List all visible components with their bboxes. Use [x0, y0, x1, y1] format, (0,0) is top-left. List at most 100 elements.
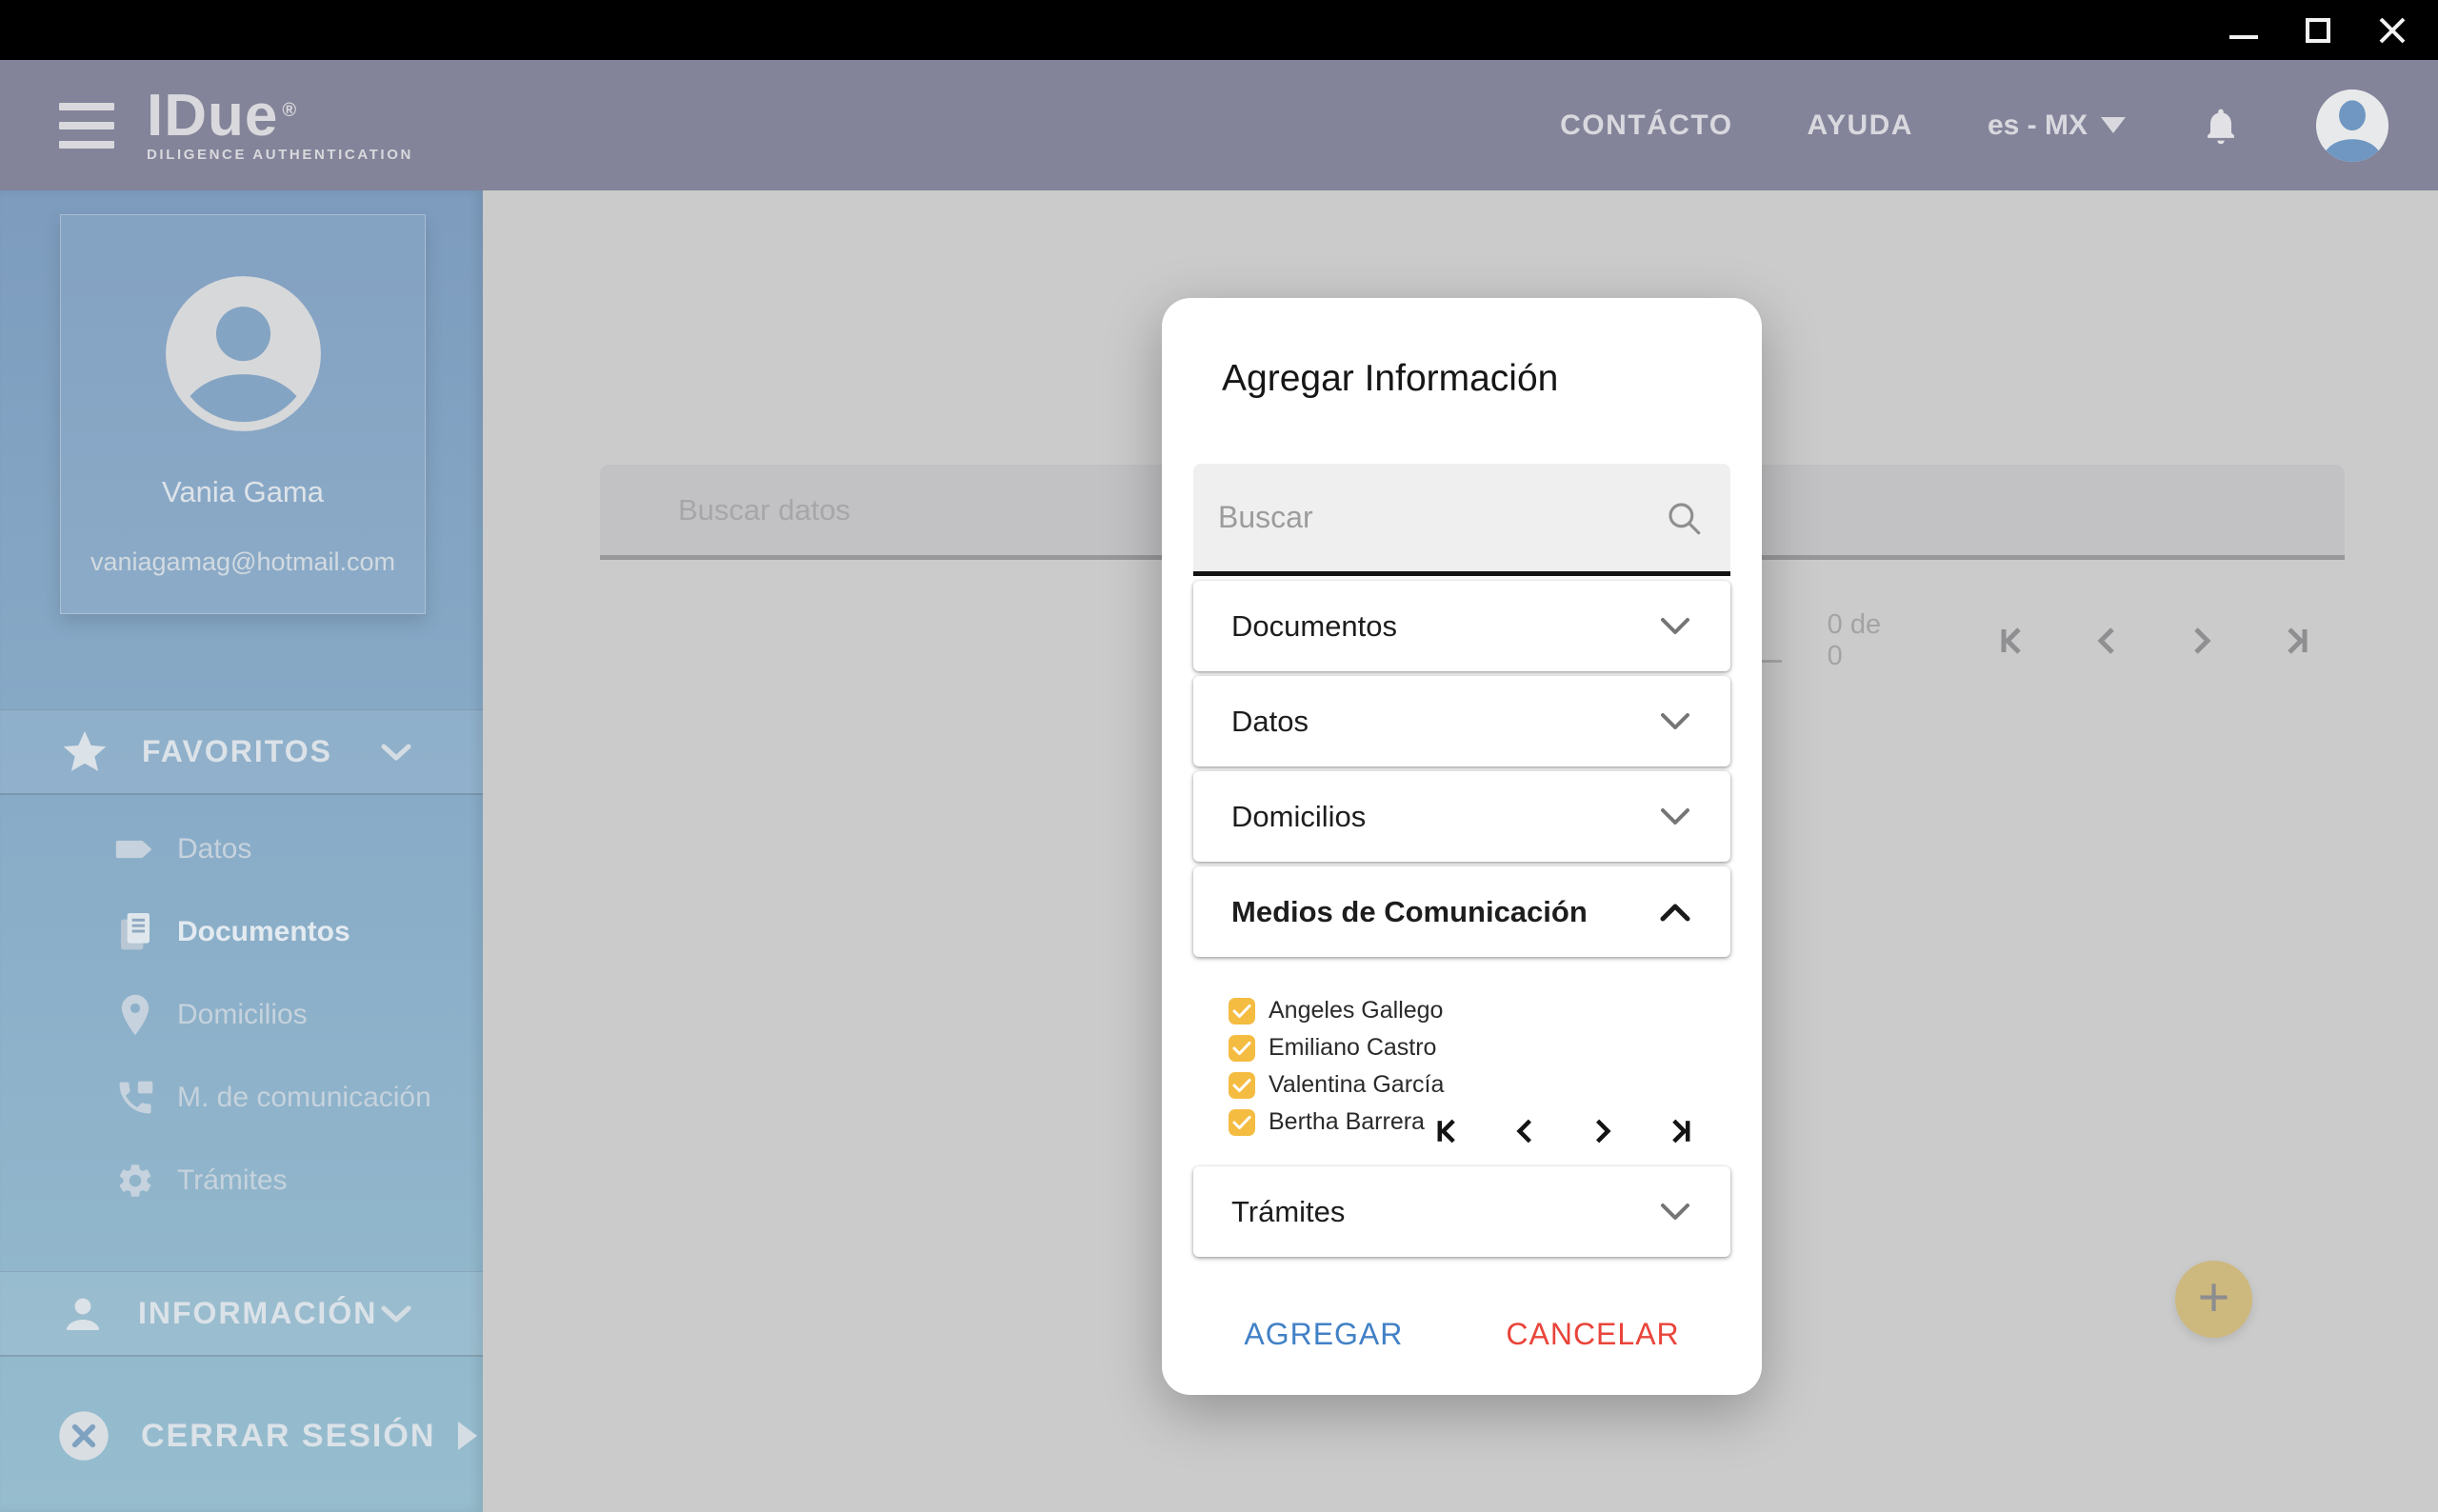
- dialog-search-bar[interactable]: [1193, 464, 1730, 576]
- notifications-button[interactable]: [2200, 103, 2242, 149]
- contact-checklist: Angeles Gallego Emiliano Castro Valentin…: [1229, 992, 1730, 1144]
- sidebar-item-label: Trámites: [177, 1164, 288, 1196]
- app-logo: IDue ® DILIGENCE AUTHENTICATION: [147, 86, 413, 163]
- checklist-pagination: [1426, 1110, 1702, 1152]
- sidebar-item-label: Documentos: [177, 915, 350, 947]
- logo-registered-mark: ®: [282, 99, 298, 121]
- caret-down-icon: [2101, 117, 2126, 133]
- chevron-down-icon: [378, 1303, 414, 1325]
- logo-subtitle: DILIGENCE AUTHENTICATION: [147, 146, 413, 163]
- checkbox-checked-icon[interactable]: [1229, 1034, 1255, 1062]
- app-header: IDue ® DILIGENCE AUTHENTICATION CONTÁCTO …: [0, 60, 2438, 190]
- logo-title: IDue: [147, 82, 279, 149]
- window-maximize-button[interactable]: [2299, 11, 2337, 50]
- sidebar-item-m-de-comunicacion[interactable]: M. de comunicación: [0, 1056, 483, 1139]
- previous-page-button[interactable]: [1504, 1110, 1546, 1152]
- accordion-label: Documentos: [1231, 608, 1398, 643]
- window-close-button[interactable]: [2373, 11, 2411, 50]
- checkbox-checked-icon[interactable]: [1229, 1071, 1255, 1099]
- sidebar-item-label: Domicilios: [177, 998, 308, 1030]
- avatar-person-icon: [2316, 89, 2388, 162]
- sidebar-section-informacion[interactable]: INFORMACIÓN: [0, 1271, 483, 1357]
- accordion-documentos[interactable]: Documentos: [1193, 581, 1730, 671]
- sidebar-item-tramites[interactable]: Trámites: [0, 1139, 483, 1222]
- chevron-down-icon: [378, 741, 414, 764]
- favorites-menu: Datos Documentos Domicilios M. de comuni…: [0, 807, 483, 1222]
- contact-name: Emiliano Castro: [1269, 1034, 1437, 1061]
- contact-row[interactable]: Emiliano Castro: [1229, 1029, 1730, 1066]
- accordion-datos[interactable]: Datos: [1193, 676, 1730, 766]
- accordion-label: Medios de Comunicación: [1231, 894, 1588, 928]
- plus-icon: +: [2197, 1265, 2230, 1328]
- next-page-button[interactable]: [2175, 614, 2228, 667]
- chevron-down-icon: [1658, 1202, 1692, 1223]
- contact-name: Valentina García: [1269, 1071, 1445, 1098]
- logout-label: CERRAR SESIÓN: [141, 1417, 436, 1454]
- last-page-button[interactable]: [2270, 614, 2324, 667]
- close-icon: [2379, 17, 2406, 43]
- nav-ayuda[interactable]: AYUDA: [1808, 109, 1913, 142]
- content-pagination: 0 de 0: [1721, 607, 2324, 674]
- logout-button[interactable]: CERRAR SESIÓN: [0, 1392, 483, 1480]
- last-page-button[interactable]: [1660, 1110, 1702, 1152]
- contact-row[interactable]: Valentina García: [1229, 1066, 1730, 1104]
- sidebar-item-label: Datos: [177, 832, 252, 865]
- checkbox-checked-icon[interactable]: [1229, 997, 1255, 1025]
- accordion-domicilios[interactable]: Domicilios: [1193, 771, 1730, 862]
- accordion-label: Datos: [1231, 704, 1309, 738]
- chevron-down-icon: [1658, 711, 1692, 732]
- add-fab-button[interactable]: +: [2175, 1261, 2252, 1338]
- accordion-medios-de-comunicacion[interactable]: Medios de Comunicación: [1193, 866, 1730, 957]
- phone-icon: [114, 1077, 156, 1119]
- sidebar-section-label: INFORMACIÓN: [138, 1296, 378, 1330]
- gear-icon: [114, 1161, 156, 1201]
- profile-avatar-icon: [165, 276, 321, 431]
- cancelar-button[interactable]: CANCELAR: [1489, 1309, 1696, 1360]
- hamburger-menu-button[interactable]: [59, 102, 114, 149]
- agregar-informacion-dialog: Agregar Información Documentos Datos Dom…: [1162, 298, 1762, 1395]
- first-page-button[interactable]: [1426, 1110, 1468, 1152]
- star-icon: [60, 727, 110, 777]
- close-circle-icon: [57, 1409, 110, 1462]
- profile-email: vaniagamag@hotmail.com: [90, 547, 396, 576]
- next-page-button[interactable]: [1582, 1110, 1624, 1152]
- chevron-down-icon: [1658, 616, 1692, 637]
- sidebar-section-favoritos[interactable]: FAVORITOS: [0, 709, 483, 795]
- sidebar: Vania Gama vaniagamag@hotmail.com FAVORI…: [0, 190, 483, 1512]
- agregar-button[interactable]: AGREGAR: [1227, 1309, 1420, 1360]
- language-value: es - MX: [1987, 109, 2088, 141]
- location-pin-icon: [114, 993, 156, 1037]
- contact-name: Bertha Barrera: [1269, 1108, 1425, 1135]
- accordion-tramites[interactable]: Trámites: [1193, 1166, 1730, 1257]
- pagination-range-label: 0 de 0: [1827, 609, 1882, 671]
- contact-row[interactable]: Angeles Gallego: [1229, 992, 1730, 1029]
- chevron-up-icon: [1658, 902, 1692, 923]
- contact-name: Angeles Gallego: [1269, 997, 1444, 1024]
- language-selector[interactable]: es - MX: [1988, 109, 2126, 142]
- accordion-label: Trámites: [1231, 1194, 1346, 1228]
- sidebar-section-label: FAVORITOS: [142, 734, 332, 768]
- window-titlebar: [0, 0, 2438, 60]
- user-avatar-button[interactable]: [2316, 89, 2388, 162]
- app-root: IDue ® DILIGENCE AUTHENTICATION CONTÁCTO …: [0, 0, 2438, 1512]
- sidebar-item-label: M. de comunicación: [177, 1081, 431, 1113]
- checkbox-checked-icon[interactable]: [1229, 1108, 1255, 1136]
- profile-name: Vania Gama: [161, 475, 324, 508]
- window-minimize-button[interactable]: [2225, 11, 2263, 50]
- accordion-label: Domicilios: [1231, 799, 1367, 833]
- tag-icon: [114, 833, 156, 865]
- bell-icon: [2208, 109, 2234, 144]
- profile-card: Vania Gama vaniagamag@hotmail.com: [60, 214, 426, 614]
- nav-contacto[interactable]: CONTÁCTO: [1560, 109, 1732, 142]
- dialog-title: Agregar Información: [1222, 358, 1559, 399]
- person-icon: [60, 1291, 106, 1337]
- maximize-icon: [2306, 17, 2330, 43]
- sidebar-item-documentos[interactable]: Documentos: [0, 890, 483, 973]
- documents-icon: [114, 911, 156, 953]
- first-page-button[interactable]: [1985, 614, 2038, 667]
- dialog-search-input[interactable]: [1218, 500, 1664, 535]
- previous-page-button[interactable]: [2080, 614, 2133, 667]
- minimize-icon: [2229, 34, 2258, 39]
- sidebar-item-domicilios[interactable]: Domicilios: [0, 973, 483, 1056]
- sidebar-item-datos[interactable]: Datos: [0, 807, 483, 890]
